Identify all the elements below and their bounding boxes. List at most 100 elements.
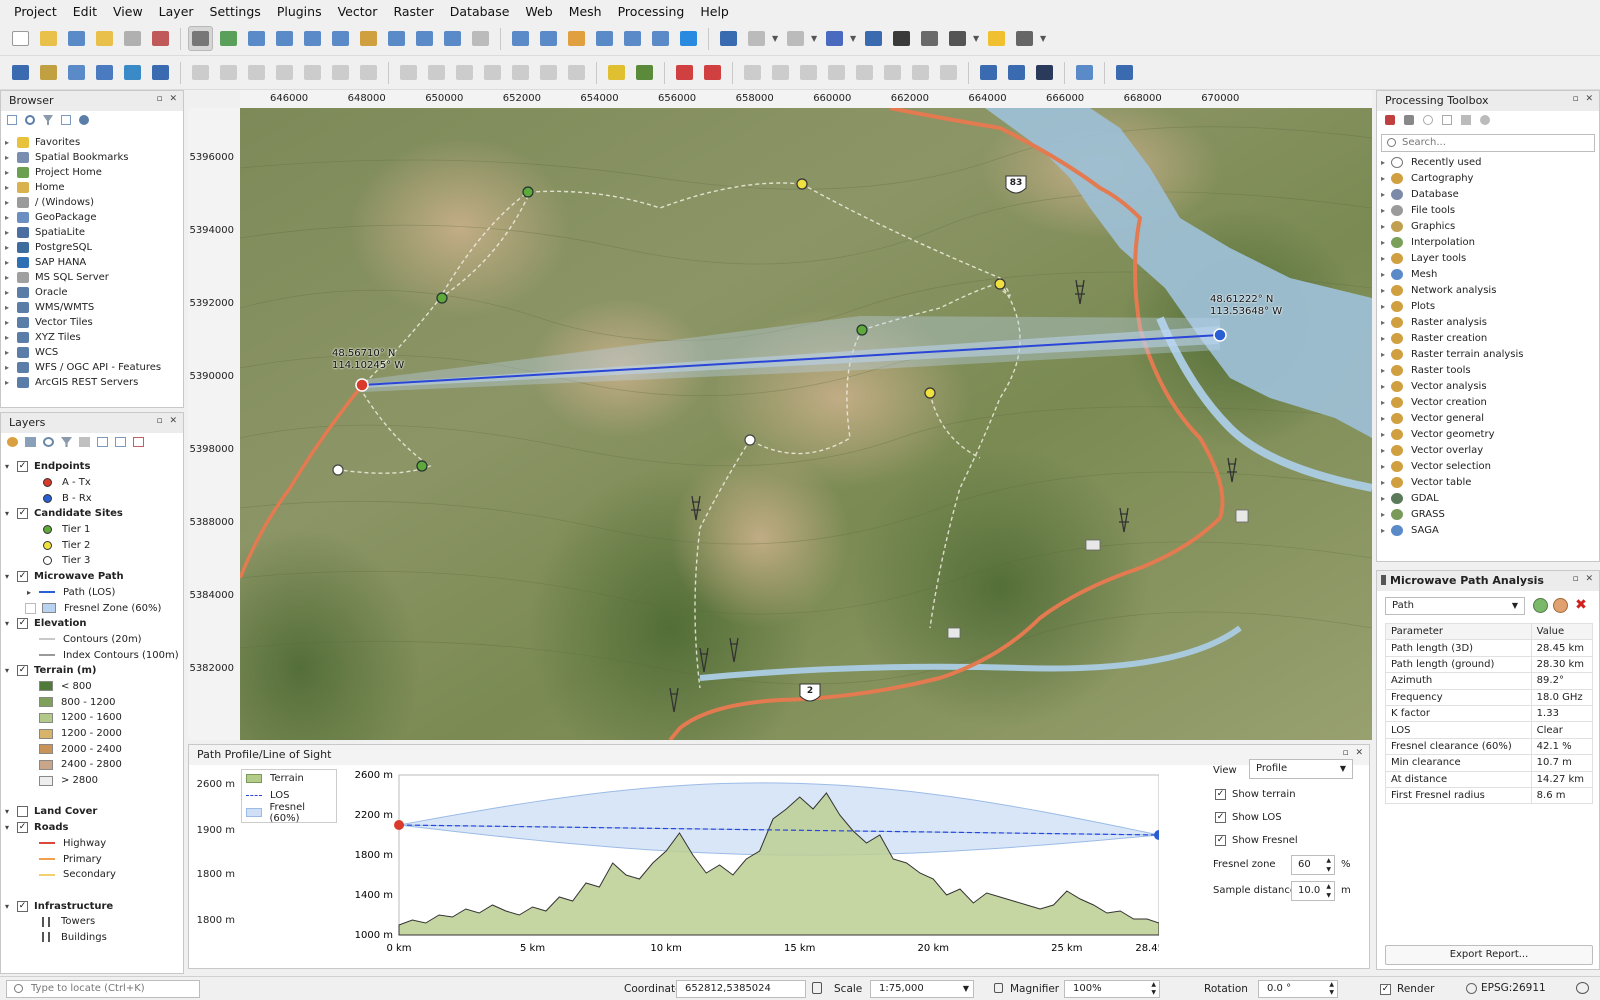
show-terrain-row[interactable]: ✓ Show terrain xyxy=(1215,789,1296,800)
filter-legend-icon[interactable] xyxy=(61,437,72,447)
add-group-icon[interactable] xyxy=(25,437,36,447)
menu-raster[interactable]: Raster xyxy=(385,4,441,19)
expand-arrow-icon[interactable]: ▸ xyxy=(5,153,17,162)
spin-arrows-icon[interactable]: ▲ ▼ xyxy=(1326,882,1331,900)
toolbar-tool-28-icon[interactable] xyxy=(744,26,769,51)
options-icon[interactable] xyxy=(1480,115,1490,125)
toolbar-tool-0-icon[interactable] xyxy=(8,26,33,51)
layer-legend-item[interactable]: 1200 - 2000 xyxy=(5,726,183,742)
menu-mesh[interactable]: Mesh xyxy=(561,4,610,19)
expand-arrow-icon[interactable]: ▸ xyxy=(1381,430,1391,439)
toolbox-item[interactable]: ▸ Network analysis xyxy=(1381,282,1595,298)
menu-help[interactable]: Help xyxy=(692,4,737,19)
toolbox-item[interactable]: ▸ Interpolation xyxy=(1381,234,1595,250)
toolbar-tool-7-icon[interactable] xyxy=(188,26,213,51)
toolbox-item[interactable]: ▸ Recently used xyxy=(1381,154,1595,170)
digitize-tool-4-icon[interactable] xyxy=(120,60,145,85)
table-row[interactable]: K factor 1.33 xyxy=(1385,704,1594,723)
menu-project[interactable]: Project xyxy=(6,4,65,19)
fresnel-zone-spinbox[interactable]: 60 ▲ ▼ xyxy=(1291,855,1335,875)
toolbar-tool-1-icon[interactable] xyxy=(36,26,61,51)
toolbox-item[interactable]: ▸ Raster terrain analysis xyxy=(1381,346,1595,362)
toolbox-item[interactable]: ▸ Vector geometry xyxy=(1381,426,1595,442)
digitize-tool-11-icon[interactable] xyxy=(300,60,325,85)
locate-search-input[interactable]: Type to locate (Ctrl+K) xyxy=(6,980,200,998)
expand-arrow-icon[interactable]: ▸ xyxy=(1381,318,1391,327)
layer-legend-item[interactable]: Tier 1 xyxy=(5,522,183,538)
digitize-tool-23-icon[interactable] xyxy=(604,60,629,85)
browser-item[interactable]: ▸ Favorites xyxy=(5,135,183,150)
expand-arrow-icon[interactable]: ▸ xyxy=(1381,382,1391,391)
browser-item[interactable]: ▸ WMS/WMTS xyxy=(5,300,183,315)
toolbar-tool-23-icon[interactable] xyxy=(620,26,645,51)
expand-arrow-icon[interactable]: ▸ xyxy=(1381,286,1391,295)
digitize-tool-42-icon[interactable] xyxy=(1072,60,1097,85)
layer-group[interactable]: ▾ ✓ Roads xyxy=(5,820,183,836)
browser-item[interactable]: ▸ WCS xyxy=(5,345,183,360)
digitize-tool-44-icon[interactable] xyxy=(1112,60,1137,85)
show-terrain-checkbox[interactable]: ✓ xyxy=(1215,789,1226,800)
menu-edit[interactable]: Edit xyxy=(65,4,105,19)
toolbox-item[interactable]: ▸ GDAL xyxy=(1381,490,1595,506)
layer-visibility-checkbox[interactable]: ✓ xyxy=(17,900,28,912)
profile-chart[interactable]: 2600 m 2200 m 1800 m 1400 m 1000 m 0 km 5 km 10… xyxy=(349,765,1159,965)
expand-arrow-icon[interactable]: ▸ xyxy=(5,138,17,147)
toolbar-tool-5-icon[interactable] xyxy=(148,26,173,51)
toolbox-item[interactable]: ▸ Raster analysis xyxy=(1381,314,1595,330)
layer-legend-item[interactable]: Highway xyxy=(5,836,183,852)
toolbox-item[interactable]: ▸ Graphics xyxy=(1381,218,1595,234)
expand-arrow-icon[interactable]: ▸ xyxy=(5,273,17,282)
layer-legend-item[interactable]: Fresnel Zone (60%) xyxy=(5,600,183,616)
panel-close-icon[interactable]: ▫ ✕ xyxy=(1572,574,1595,584)
browser-item[interactable]: ▸ Home xyxy=(5,180,183,195)
table-row[interactable]: Azimuth 89.2° xyxy=(1385,672,1594,690)
digitize-tool-17-icon[interactable] xyxy=(452,60,477,85)
show-layers-icon[interactable] xyxy=(43,437,54,447)
zoom-to-path-icon[interactable] xyxy=(1533,598,1548,613)
digitize-tool-35-icon[interactable] xyxy=(908,60,933,85)
messages-icon[interactable] xyxy=(1576,982,1589,994)
expand-all-icon[interactable] xyxy=(97,437,108,447)
menu-settings[interactable]: Settings xyxy=(202,4,269,19)
rotation-field[interactable]: 0.0 ° ▲ ▼ xyxy=(1258,980,1338,998)
filter-expression-icon[interactable] xyxy=(79,437,90,447)
toolbar-tool-37-icon[interactable] xyxy=(945,26,970,51)
table-row[interactable]: Fresnel clearance (60%) 42.1 % xyxy=(1385,737,1594,756)
layer-visibility-checkbox[interactable]: ✓ xyxy=(17,618,28,630)
path-selector[interactable]: Path ▼ xyxy=(1385,597,1525,615)
toolbox-item[interactable]: ▸ Vector analysis xyxy=(1381,378,1595,394)
expand-arrow-icon[interactable]: ▸ xyxy=(5,183,17,192)
toolbar-tool-3-icon[interactable] xyxy=(92,26,117,51)
toolbar-tool-40-icon[interactable] xyxy=(1012,26,1037,51)
toolbar-tool-10-icon[interactable] xyxy=(272,26,297,51)
toolbar-tool-17-icon[interactable] xyxy=(468,26,493,51)
toolbox-item[interactable]: ▸ Vector selection xyxy=(1381,458,1595,474)
spin-arrows-icon[interactable]: ▲ ▼ xyxy=(1329,981,1334,997)
show-fresnel-checkbox[interactable]: ✓ xyxy=(1215,835,1226,846)
expand-arrow-icon[interactable]: ▸ xyxy=(1381,366,1391,375)
toolbar-tool-35-icon[interactable] xyxy=(889,26,914,51)
browser-item[interactable]: ▸ SAP HANA xyxy=(5,255,183,270)
digitize-tool-27-icon[interactable] xyxy=(700,60,725,85)
digitize-tool-34-icon[interactable] xyxy=(880,60,905,85)
render-checkbox[interactable]: ✓ xyxy=(1380,983,1391,995)
info-icon[interactable] xyxy=(79,115,89,125)
toolbar-tool-11-icon[interactable] xyxy=(300,26,325,51)
digitize-tool-26-icon[interactable] xyxy=(672,60,697,85)
delete-path-icon[interactable]: ✖ xyxy=(1573,597,1589,613)
layer-visibility-checkbox[interactable]: ✓ xyxy=(17,508,28,520)
expand-arrow-icon[interactable]: ▾ xyxy=(5,462,17,471)
view-select[interactable]: Profile ▼ xyxy=(1249,759,1353,779)
crs-button[interactable]: EPSG:26911 xyxy=(1466,982,1546,994)
expand-arrow-icon[interactable]: ▸ xyxy=(1381,526,1391,535)
browser-item[interactable]: ▸ GeoPackage xyxy=(5,210,183,225)
toolbar-tool-8-icon[interactable] xyxy=(216,26,241,51)
digitize-tool-10-icon[interactable] xyxy=(272,60,297,85)
table-row[interactable]: At distance 14.27 km xyxy=(1385,770,1594,788)
scale-field[interactable]: 1:75,000 ▼ xyxy=(870,980,974,998)
add-selected-icon[interactable] xyxy=(7,115,17,125)
expand-arrow-icon[interactable]: ▸ xyxy=(5,333,17,342)
expand-arrow-icon[interactable]: ▸ xyxy=(5,213,17,222)
layer-legend-item[interactable]: > 2800 xyxy=(5,773,183,789)
toolbar-tool-36-icon[interactable] xyxy=(917,26,942,51)
